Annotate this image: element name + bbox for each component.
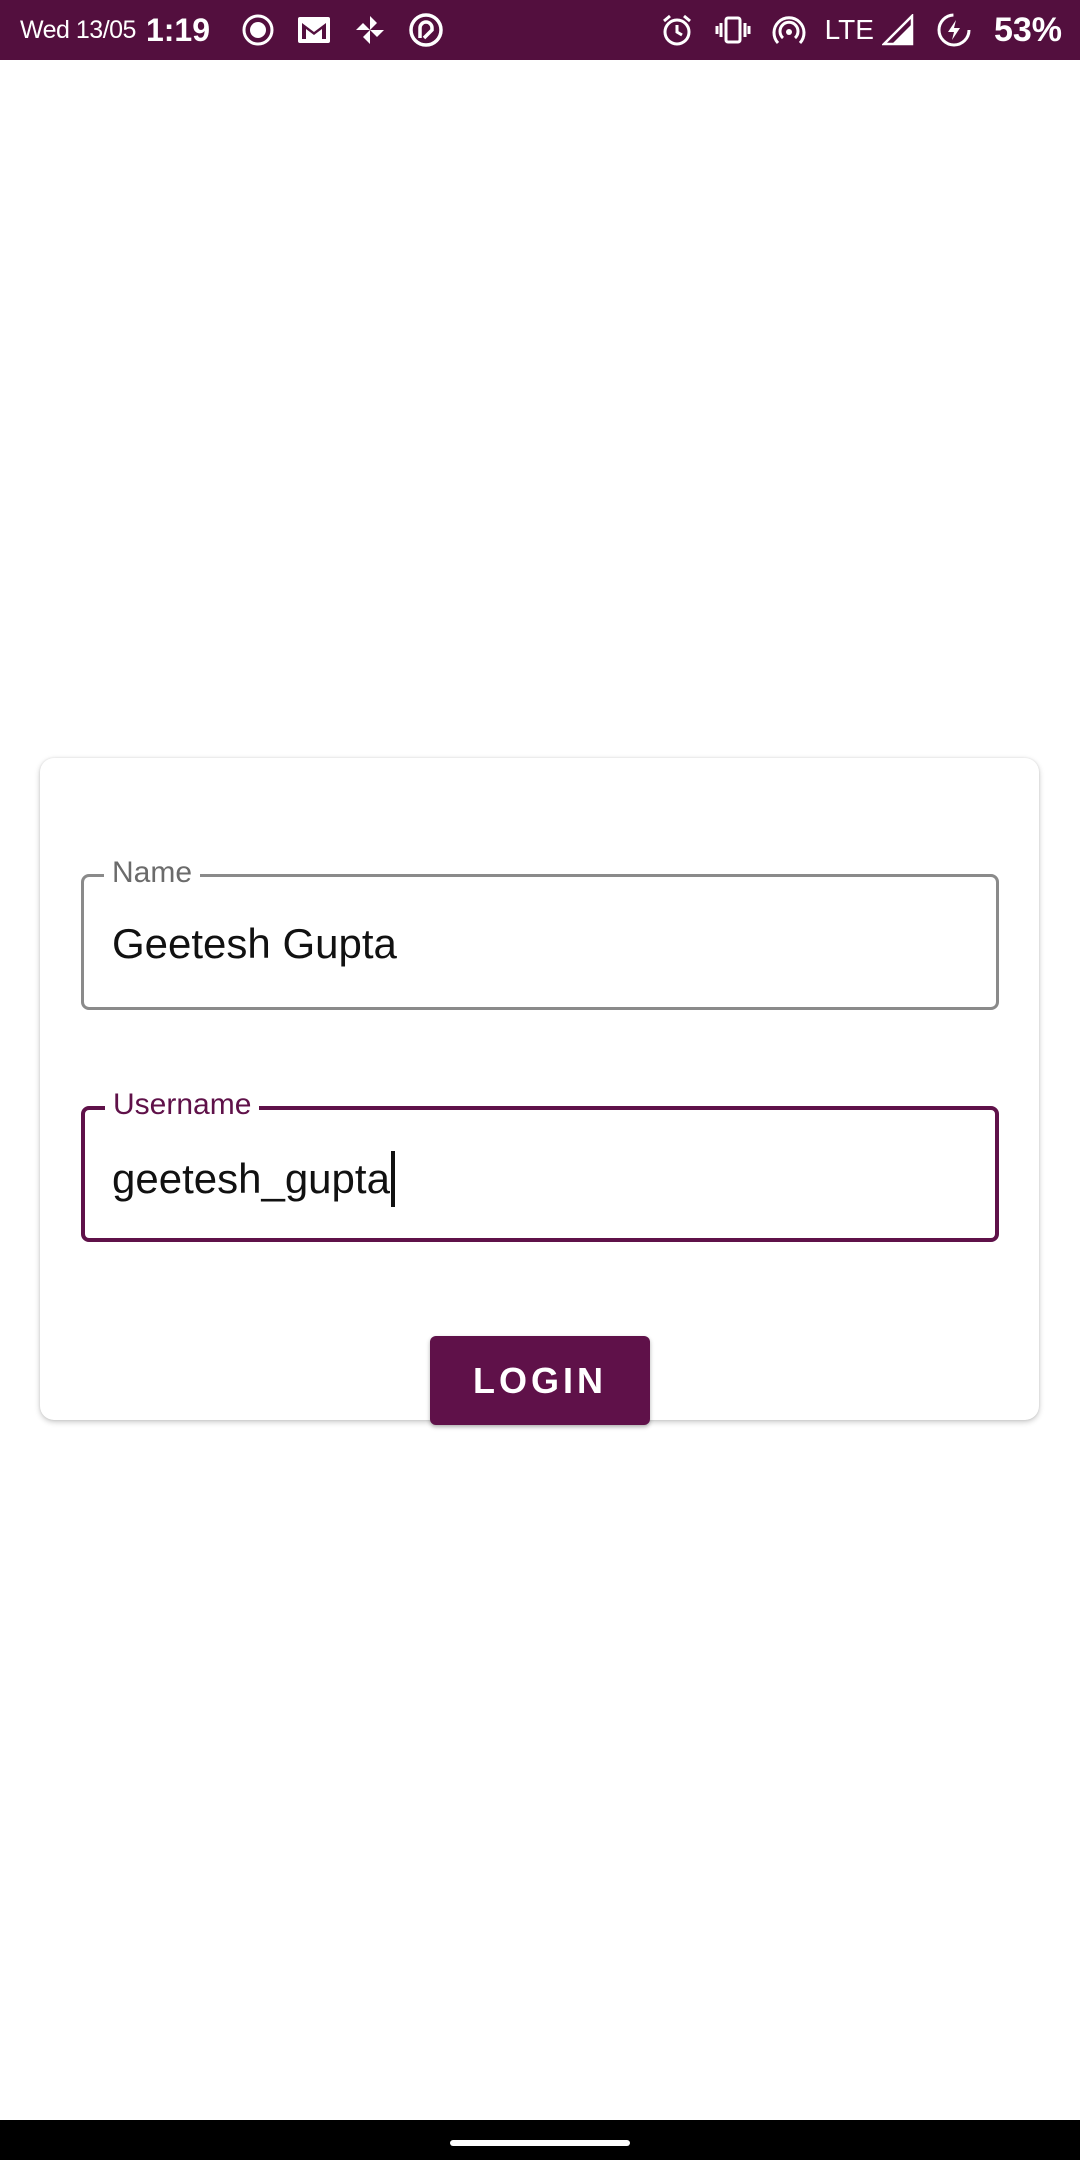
name-field[interactable]: Name Geetesh Gupta bbox=[81, 853, 999, 1010]
battery-saver-icon bbox=[934, 10, 974, 50]
navigation-bar bbox=[0, 2120, 1080, 2160]
status-bar: Wed 13/05 1:19 LTE 53% bbox=[0, 0, 1080, 60]
record-icon bbox=[238, 10, 278, 50]
login-card: Name Geetesh Gupta Username geetesh_gupt… bbox=[40, 758, 1039, 1425]
login-button[interactable]: LOGIN bbox=[430, 1336, 650, 1425]
app-content: Name Geetesh Gupta Username geetesh_gupt… bbox=[0, 60, 1080, 2120]
name-field-value: Geetesh Gupta bbox=[112, 920, 397, 967]
network-type: LTE bbox=[824, 14, 874, 45]
pinwheel-icon bbox=[350, 10, 390, 50]
signal-icon bbox=[878, 10, 918, 50]
hotspot-icon bbox=[769, 10, 809, 50]
username-field-value: geetesh_gupta bbox=[112, 1155, 390, 1202]
battery-percentage: 53% bbox=[993, 10, 1062, 49]
text-cursor bbox=[390, 1151, 395, 1207]
status-date: Wed 13/05 bbox=[20, 15, 136, 44]
gmail-icon bbox=[294, 10, 334, 50]
status-bar-left: Wed 13/05 1:19 bbox=[20, 10, 462, 50]
home-gesture-handle[interactable] bbox=[450, 2140, 630, 2146]
alarm-icon bbox=[657, 10, 697, 50]
username-field-label: Username bbox=[105, 1085, 260, 1125]
status-time: 1:19 bbox=[145, 11, 211, 48]
username-field-value-wrap: geetesh_gupta bbox=[112, 1151, 395, 1207]
app-icon bbox=[406, 10, 446, 50]
status-bar-right: LTE 53% bbox=[657, 10, 1062, 50]
username-field[interactable]: Username geetesh_gupta bbox=[81, 1085, 999, 1242]
name-field-label: Name bbox=[104, 853, 201, 893]
vibrate-icon bbox=[713, 10, 753, 50]
